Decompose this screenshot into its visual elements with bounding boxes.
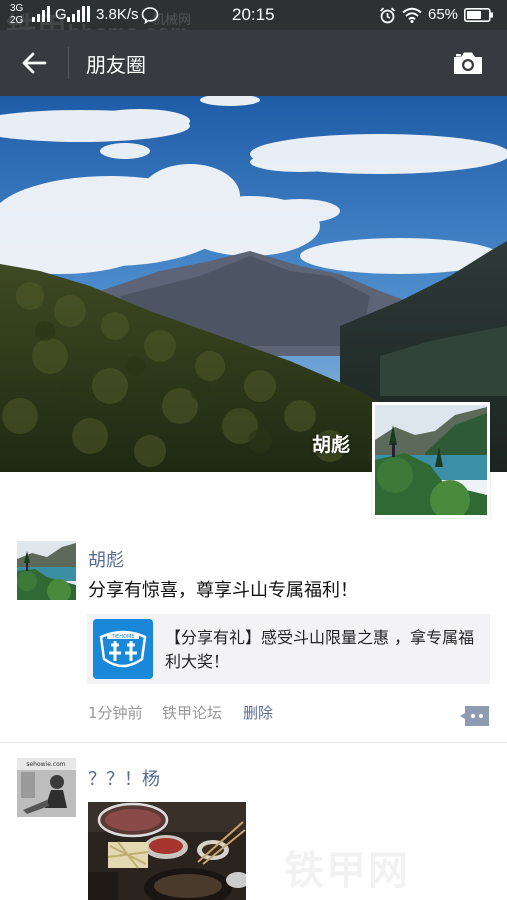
hotpot-food-image — [88, 802, 246, 900]
link-thumbnail: TIEHOME — [93, 619, 153, 679]
person-photo-avatar: sehowie.com — [17, 758, 76, 817]
shared-link-card[interactable]: TIEHOME 【分享有礼】感受斗山限量之惠 ，拿专属福利大奖！ — [87, 614, 490, 684]
alarm-icon — [379, 7, 396, 24]
nav-divider — [68, 47, 69, 79]
wifi-icon — [402, 7, 422, 23]
watermark-top-mid: 机械网 — [152, 12, 192, 27]
back-button[interactable] — [14, 44, 54, 82]
status-bar: 3G 2G G 3.8K/s 20:15 65% 机械网 — [0, 0, 507, 46]
camera-icon — [454, 52, 482, 74]
link-title: 【分享有礼】感受斗山限量之惠 ，拿专属福利大奖！ — [165, 628, 475, 671]
tiehome-logo-icon: TIEHOME — [93, 619, 153, 679]
post-photo[interactable] — [88, 802, 246, 900]
post-author-avatar[interactable]: sehowie.com — [17, 758, 76, 817]
owner-avatar[interactable] — [372, 402, 490, 520]
lake-landscape-avatar — [375, 405, 487, 520]
post-author-name[interactable]: ？？！杨 — [88, 765, 160, 791]
post-text: 分享有惊喜，尊享斗山专属福利！ — [88, 580, 358, 601]
battery-percent: 65% — [428, 6, 459, 23]
post-author-name[interactable]: 胡彪 — [88, 546, 124, 572]
comment-button-icon[interactable] — [459, 704, 491, 728]
moment-post: 胡彪 分享有惊喜，尊享斗山专属福利！ TIEHOME 【分享有礼】感受斗山限量之… — [0, 540, 507, 740]
cover-owner-name[interactable]: 胡彪 — [312, 430, 350, 457]
camera-button[interactable] — [446, 44, 490, 82]
page-title: 朋友圈 — [86, 53, 146, 77]
moments-screen: 3G 2G G 3.8K/s 20:15 65% 机械网 朋友圈 胡彪 胡彪 分… — [0, 0, 507, 900]
clock: 20:15 — [232, 5, 275, 24]
post-author-avatar[interactable] — [17, 541, 76, 600]
post-source[interactable]: 铁甲论坛 — [162, 702, 222, 723]
post-divider — [0, 742, 507, 743]
lake-landscape-avatar-small — [17, 541, 76, 600]
moment-post: sehowie.com ？？！杨 — [0, 756, 507, 900]
svg-text:TIEHOME: TIEHOME — [111, 634, 135, 640]
post-time: 1分钟前 — [88, 704, 143, 722]
back-arrow-icon — [22, 52, 47, 74]
nav-bar: 朋友圈 — [0, 30, 507, 96]
watermark-bottom: 铁甲网 — [284, 849, 410, 893]
delete-button[interactable]: 删除 — [243, 702, 273, 723]
svg-text:sehowie.com: sehowie.com — [26, 761, 65, 768]
battery-icon — [464, 8, 493, 22]
